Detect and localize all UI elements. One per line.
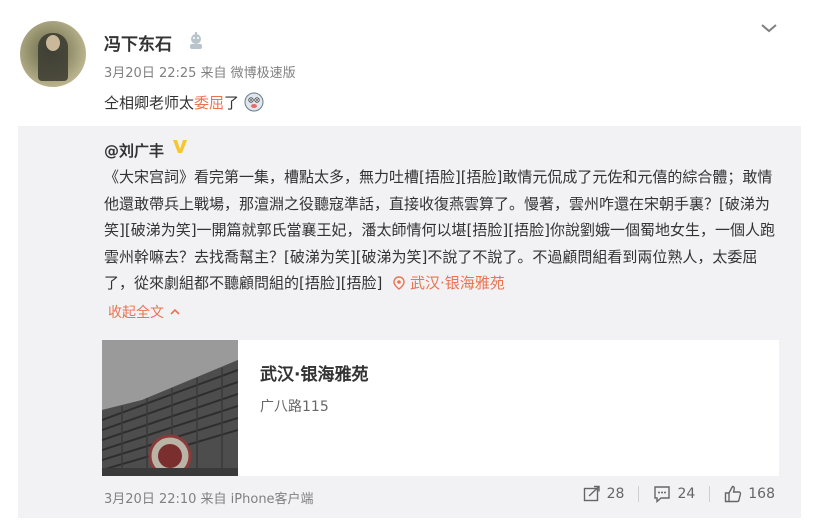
- divider: [709, 486, 711, 502]
- location-card[interactable]: 武汉·银海雅苑 广八路115: [102, 340, 779, 476]
- chevron-down-icon[interactable]: [760, 22, 778, 34]
- like-icon: [725, 485, 742, 503]
- comment-icon: [654, 486, 671, 503]
- chevron-up-icon: [170, 308, 180, 315]
- collapse-label: 收起全文: [108, 305, 164, 321]
- quoted-author[interactable]: @刘广丰: [104, 140, 164, 161]
- location-card-image: [102, 340, 238, 476]
- repost-count: 28: [606, 486, 625, 502]
- like-button[interactable]: 168: [724, 485, 775, 503]
- comment-count: 24: [677, 486, 696, 502]
- post-text-highlight[interactable]: 委屈: [194, 94, 224, 112]
- like-count: 168: [748, 486, 775, 502]
- post-text: 仝相卿老师太委屈了: [104, 92, 264, 114]
- quoted-post: @刘广丰 《大宋宫詞》看完第一集，槽點太多，無力吐槽[捂脸][捂脸]敢情元侃成了…: [18, 126, 801, 518]
- quoted-footer-meta: 3月20日 22:10 来自 iPhone客户端: [104, 492, 314, 507]
- collapse-button[interactable]: 收起全文: [108, 302, 180, 322]
- vip-badge-icon: [173, 140, 187, 153]
- action-bar: 28 24 168: [583, 485, 775, 503]
- post-text-after: 了: [224, 94, 240, 112]
- post-text-before: 仝相卿老师太: [104, 94, 195, 112]
- quoted-body: 《大宋宫詞》看完第一集，槽點太多，無力吐槽[捂脸][捂脸]敢情元侃成了元佐和元僖…: [104, 164, 784, 297]
- username[interactable]: 冯下东石: [104, 30, 172, 55]
- emoji-icon: [244, 92, 264, 112]
- user-badge-icon: [190, 32, 202, 49]
- comment-button[interactable]: 24: [653, 485, 695, 503]
- repost-icon: [583, 485, 600, 502]
- location-card-title: 武汉·银海雅苑: [260, 365, 369, 385]
- quoted-location[interactable]: 武汉·银海雅苑: [410, 274, 505, 292]
- repost-button[interactable]: 28: [583, 485, 625, 503]
- divider: [638, 486, 640, 502]
- location-pin-icon: [393, 276, 405, 290]
- post-meta: 3月20日 22:25 来自 微博极速版: [104, 66, 296, 81]
- avatar[interactable]: [20, 21, 86, 87]
- location-card-subtitle: 广八路115: [260, 399, 329, 415]
